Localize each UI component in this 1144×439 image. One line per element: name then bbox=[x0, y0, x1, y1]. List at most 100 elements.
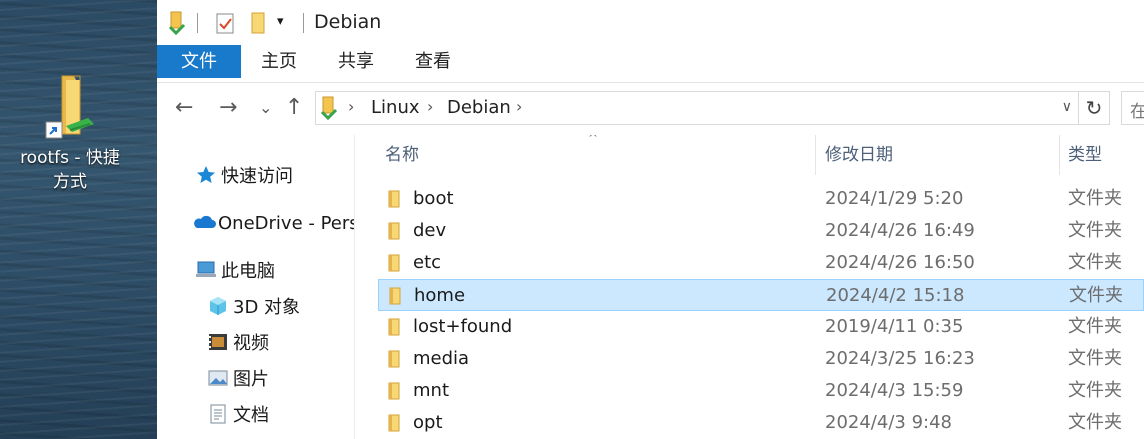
breadcrumb-debian[interactable]: Debian bbox=[447, 97, 511, 118]
computer-icon bbox=[195, 259, 217, 281]
nav-item-this-pc[interactable]: 此电脑 bbox=[195, 257, 275, 287]
document-icon bbox=[207, 403, 229, 425]
nav-label: 3D 对象 bbox=[233, 297, 301, 318]
recent-locations-button[interactable]: ⌄ bbox=[259, 96, 272, 120]
search-input[interactable]: 在 bbox=[1121, 91, 1144, 125]
nav-label: 视频 bbox=[233, 333, 269, 354]
file-type: 文件夹 bbox=[1068, 220, 1122, 241]
chevron-right-icon[interactable]: › bbox=[348, 97, 354, 116]
folder-icon bbox=[387, 190, 403, 213]
cloud-icon bbox=[192, 211, 216, 233]
file-type: 文件夹 bbox=[1069, 285, 1123, 306]
file-type: 文件夹 bbox=[1068, 348, 1122, 369]
column-divider[interactable] bbox=[815, 135, 816, 175]
file-name: media bbox=[413, 348, 470, 369]
nav-item-pictures[interactable]: 图片 bbox=[207, 365, 269, 395]
sort-ascending-icon: ^ bbox=[588, 135, 599, 145]
table-row[interactable]: home 2024/4/2 15:18 文件夹 bbox=[378, 279, 1144, 311]
table-row[interactable]: opt 2024/4/3 9:48 文件夹 bbox=[378, 407, 1144, 439]
navigation-pane: 快速访问 OneDrive - Pers 此电脑 3D 对象 视频 图片 文档 bbox=[157, 135, 355, 439]
file-date: 2024/3/25 16:23 bbox=[825, 348, 975, 369]
column-header-type[interactable]: 类型 bbox=[1068, 135, 1102, 175]
folder-icon bbox=[387, 382, 403, 405]
file-type: 文件夹 bbox=[1068, 252, 1122, 273]
file-date: 2024/4/2 15:18 bbox=[826, 285, 965, 306]
table-row[interactable]: etc 2024/4/26 16:50 文件夹 bbox=[378, 247, 1144, 279]
back-button[interactable]: ← bbox=[175, 96, 193, 120]
title-bar: ▾ Debian bbox=[157, 0, 1144, 45]
folder-icon bbox=[387, 318, 403, 341]
nav-item-3d-objects[interactable]: 3D 对象 bbox=[207, 293, 300, 323]
star-icon bbox=[195, 164, 217, 186]
column-header-name[interactable]: 名称 bbox=[385, 135, 419, 175]
file-name: opt bbox=[413, 412, 443, 433]
desktop-shortcut-rootfs[interactable]: rootfs - 快捷方式 bbox=[10, 74, 130, 194]
file-type: 文件夹 bbox=[1068, 380, 1122, 401]
file-type: 文件夹 bbox=[1068, 412, 1122, 433]
chevron-right-icon[interactable]: › bbox=[427, 97, 433, 116]
tab-view[interactable]: 查看 bbox=[395, 45, 471, 78]
window-title: Debian bbox=[314, 11, 382, 33]
file-date: 2024/4/26 16:50 bbox=[825, 252, 975, 273]
column-divider[interactable] bbox=[1059, 135, 1060, 175]
nav-label: 此电脑 bbox=[221, 261, 275, 282]
ribbon: 文件 主页 共享 查看 bbox=[157, 45, 1144, 83]
properties-check-icon[interactable] bbox=[215, 11, 235, 40]
file-name: home bbox=[414, 285, 466, 306]
refresh-button[interactable]: ↻ bbox=[1079, 91, 1110, 125]
file-date: 2024/4/3 9:48 bbox=[825, 412, 952, 433]
tab-share[interactable]: 共享 bbox=[317, 45, 395, 78]
tab-home[interactable]: 主页 bbox=[241, 45, 317, 78]
file-date: 2024/4/3 15:59 bbox=[825, 380, 964, 401]
folder-shortcut-icon bbox=[45, 75, 94, 139]
explorer-window: ▾ Debian 文件 主页 共享 查看 ← → ⌄ ↑ › Linux › D… bbox=[157, 0, 1144, 439]
file-date: 2024/4/26 16:49 bbox=[825, 220, 975, 241]
nav-item-documents[interactable]: 文档 bbox=[207, 401, 269, 431]
breadcrumb-linux[interactable]: Linux bbox=[371, 97, 420, 118]
file-type: 文件夹 bbox=[1068, 316, 1122, 337]
up-button[interactable]: ↑ bbox=[285, 96, 303, 120]
nav-item-videos[interactable]: 视频 bbox=[207, 329, 269, 359]
file-name: mnt bbox=[413, 380, 449, 401]
cube-3d-icon bbox=[207, 295, 229, 317]
file-name: lost+found bbox=[413, 316, 513, 337]
folder-icon bbox=[387, 414, 403, 437]
toolbar-separator bbox=[303, 13, 304, 33]
file-name: dev bbox=[413, 220, 447, 241]
desktop-background: rootfs - 快捷方式 bbox=[0, 0, 157, 439]
table-row[interactable]: mnt 2024/4/3 15:59 文件夹 bbox=[378, 375, 1144, 407]
search-placeholder: 在 bbox=[1130, 102, 1144, 122]
file-type: 文件夹 bbox=[1068, 188, 1122, 209]
column-header-date[interactable]: 修改日期 bbox=[825, 135, 893, 175]
folder-icon bbox=[387, 222, 403, 245]
nav-label: 图片 bbox=[233, 369, 269, 390]
table-row[interactable]: lost+found 2019/4/11 0:35 文件夹 bbox=[378, 311, 1144, 343]
new-folder-icon[interactable] bbox=[249, 11, 267, 40]
folder-icon bbox=[387, 350, 403, 373]
file-name: etc bbox=[413, 252, 442, 273]
table-row[interactable]: media 2024/3/25 16:23 文件夹 bbox=[378, 343, 1144, 375]
folder-icon bbox=[388, 287, 404, 310]
nav-label: 文档 bbox=[233, 405, 269, 426]
picture-icon bbox=[207, 367, 229, 389]
table-row[interactable]: boot 2024/1/29 5:20 文件夹 bbox=[378, 183, 1144, 215]
table-row[interactable]: dev 2024/4/26 16:49 文件夹 bbox=[378, 215, 1144, 247]
customize-dropdown-icon[interactable]: ▾ bbox=[277, 14, 284, 29]
file-list: ^ 名称 修改日期 类型 boot 2024/1/29 5:20 文件夹 dev 202… bbox=[355, 135, 1144, 439]
file-name: boot bbox=[413, 188, 454, 209]
nav-item-onedrive[interactable]: OneDrive - Pers bbox=[192, 209, 354, 239]
folder-location-icon bbox=[319, 96, 339, 125]
chevron-right-icon[interactable]: › bbox=[516, 97, 522, 116]
video-icon bbox=[207, 331, 229, 353]
toolbar-separator bbox=[197, 13, 198, 33]
nav-item-quick-access[interactable]: 快速访问 bbox=[195, 162, 293, 192]
folder-down-icon[interactable] bbox=[167, 11, 187, 40]
tab-file[interactable]: 文件 bbox=[157, 45, 241, 78]
nav-label: 快速访问 bbox=[221, 166, 293, 187]
forward-button[interactable]: → bbox=[219, 96, 237, 120]
folder-icon bbox=[387, 254, 403, 277]
desktop-shortcut-label: rootfs - 快捷方式 bbox=[20, 148, 120, 192]
address-bar[interactable]: › Linux › Debian › ∨ bbox=[315, 91, 1079, 125]
file-date: 2024/1/29 5:20 bbox=[825, 188, 964, 209]
address-dropdown-icon[interactable]: ∨ bbox=[1062, 99, 1072, 115]
